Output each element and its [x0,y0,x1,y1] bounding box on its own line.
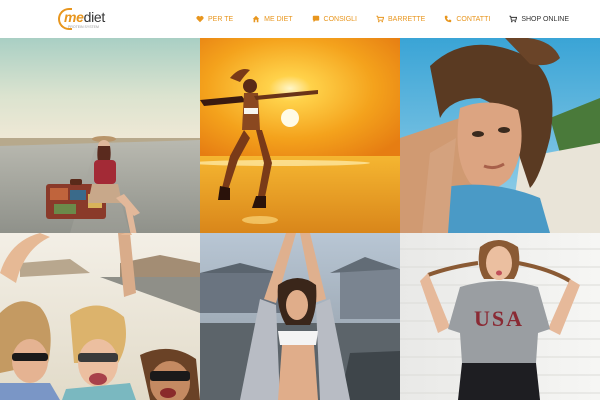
shirt-text: USA [474,306,524,331]
photo-woman-usa-tshirt[interactable]: USA [400,233,600,400]
photo-woman-portrait-at-beach[interactable] [400,38,600,233]
logo-tagline: PROTEIN SYSTEM [68,25,99,29]
photo-woman-stretching[interactable] [200,233,400,400]
nav-label: CONTATTI [456,15,491,23]
photo-woman-with-suitcase[interactable] [0,38,200,233]
photo-friends-in-convertible[interactable] [0,233,200,400]
nav-label: CONSIGLI [323,15,357,23]
logo-wordmark: mediet [64,9,105,25]
cart-icon [509,15,518,23]
site-header: mediet PROTEIN SYSTEM PER TE ME DIET CON… [0,0,600,38]
nav-item-contatti[interactable]: CONTATTI [444,15,490,23]
nav-item-per-te[interactable]: PER TE [196,15,233,23]
nav-label: PER TE [208,15,234,23]
logo[interactable]: mediet PROTEIN SYSTEM [58,6,105,32]
main-nav: PER TE ME DIET CONSIGLI BARRETTE CONTATT… [196,0,569,38]
chat-bubble-icon [312,15,320,23]
nav-item-barrette[interactable]: BARRETTE [376,15,425,23]
nav-item-shop-online[interactable]: SHOP ONLINE [509,15,569,23]
nav-label: BARRETTE [388,15,426,23]
nav-item-me-diet[interactable]: ME DIET [252,15,293,23]
logo-brand-rest: diet [83,9,106,25]
nav-label: SHOP ONLINE [521,15,570,23]
nav-item-consigli[interactable]: CONSIGLI [312,15,357,23]
home-icon [252,15,260,23]
photo-grid: USA [0,38,600,400]
nav-label: ME DIET [264,15,293,23]
photo-woman-jumping-at-beach[interactable] [200,38,400,233]
heart-icon [196,15,204,23]
phone-icon [444,15,452,23]
logo-brand-me: me [64,9,84,25]
cart-icon [376,15,384,23]
